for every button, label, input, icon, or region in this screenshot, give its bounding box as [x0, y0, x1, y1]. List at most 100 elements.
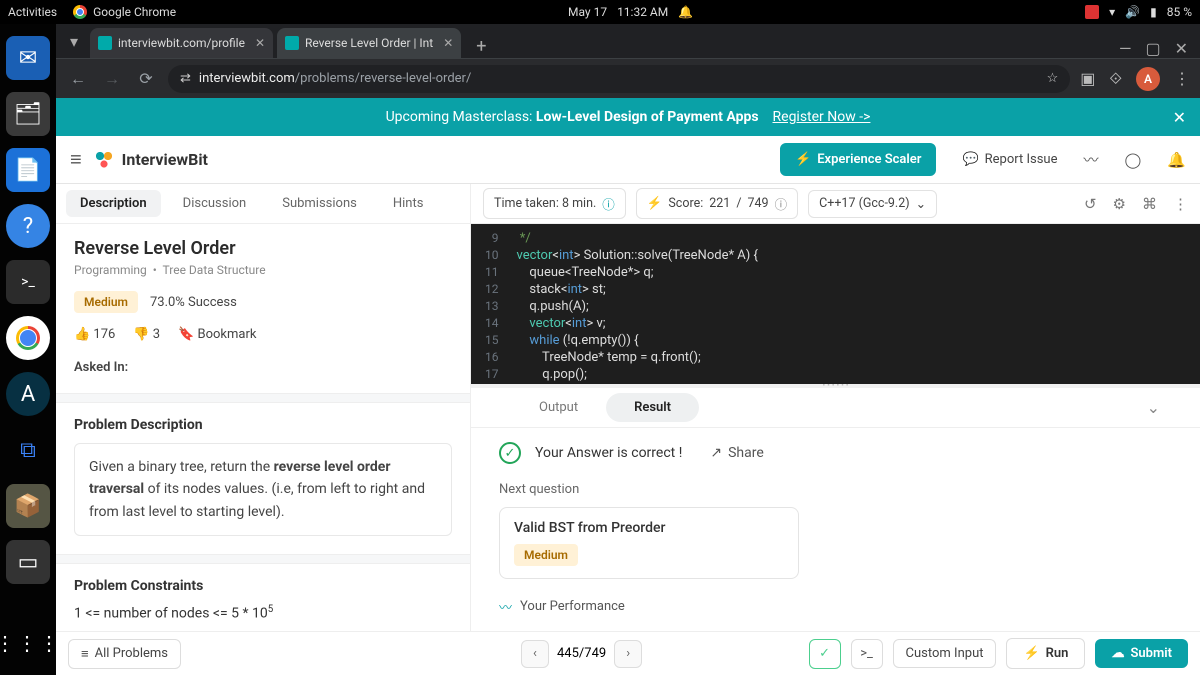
- tab-title: Reverse Level Order | Int: [305, 36, 433, 50]
- tab-submissions[interactable]: Submissions: [268, 190, 371, 217]
- breadcrumb: Programming • Tree Data Structure: [74, 263, 452, 277]
- next-question-label: Next question: [499, 482, 1172, 497]
- keyboard-icon[interactable]: ⌘: [1142, 195, 1157, 213]
- dock-archive-icon[interactable]: 📦: [6, 484, 50, 528]
- tab-item[interactable]: interviewbit.com/profile ✕: [90, 28, 273, 58]
- chevron-down-icon: ⌄: [916, 196, 926, 212]
- submit-button[interactable]: ☁ Submit: [1095, 639, 1188, 668]
- experience-scaler-button[interactable]: ⚡ Experience Scaler: [780, 143, 936, 176]
- tab-list-button[interactable]: ▾: [62, 24, 86, 58]
- window-close-icon[interactable]: ✕: [1175, 39, 1188, 58]
- info-icon[interactable]: ⓘ: [602, 194, 615, 213]
- dock-help-icon[interactable]: ?: [6, 204, 50, 248]
- share-button[interactable]: ↗ Share: [710, 445, 763, 461]
- wifi-icon[interactable]: ▾: [1109, 5, 1115, 19]
- chrome-menu-icon[interactable]: ⋮: [1174, 69, 1190, 88]
- section-constraints-heading: Problem Constraints: [74, 578, 452, 594]
- downvote-button[interactable]: 👎 3: [133, 327, 160, 342]
- close-tab-icon[interactable]: ✕: [443, 36, 453, 50]
- more-icon[interactable]: ⋮: [1173, 195, 1188, 213]
- volume-icon[interactable]: 🔊: [1125, 5, 1140, 19]
- all-problems-button[interactable]: ≡ All Problems: [68, 639, 181, 669]
- tab-result[interactable]: Result: [606, 393, 699, 422]
- report-issue-button[interactable]: 💬 Report Issue: [962, 152, 1057, 167]
- prev-problem-button[interactable]: ‹: [521, 640, 549, 668]
- code-content: */ vector<int> Solution::solve(TreeNode*…: [507, 224, 768, 384]
- success-rate: 73.0% Success: [150, 295, 237, 310]
- activity-icon[interactable]: 〰: [1084, 149, 1099, 170]
- dock-apps-grid-icon[interactable]: ⋮⋮⋮: [6, 621, 50, 665]
- settings-icon[interactable]: ⚙: [1113, 195, 1126, 213]
- bookmark-star-icon[interactable]: ☆: [1047, 71, 1059, 86]
- screen-record-icon[interactable]: [1085, 5, 1099, 19]
- next-question-card[interactable]: Valid BST from Preorder Medium: [499, 507, 799, 579]
- url-input[interactable]: ⇄ interviewbit.com/problems/reverse-leve…: [168, 65, 1070, 93]
- banner-link[interactable]: Register Now ->: [773, 109, 871, 125]
- code-editor[interactable]: 9101112131415161718 */ vector<int> Solut…: [471, 224, 1200, 384]
- close-tab-icon[interactable]: ✕: [255, 36, 265, 50]
- dock-chrome-icon[interactable]: [6, 316, 50, 360]
- profile-icon[interactable]: ◯: [1125, 151, 1142, 169]
- nav-reload-button[interactable]: ⟳: [134, 67, 158, 91]
- tab-strip: ▾ interviewbit.com/profile ✕ Reverse Lev…: [56, 24, 1200, 58]
- hamburger-icon[interactable]: ≡: [70, 147, 82, 172]
- tab-item-active[interactable]: Reverse Level Order | Int ✕: [277, 28, 461, 58]
- dock-writer-icon[interactable]: 📄: [6, 148, 50, 192]
- battery-icon[interactable]: ▮: [1150, 5, 1157, 19]
- output-tabs: Output Result ⌄: [471, 388, 1200, 428]
- profile-avatar-button[interactable]: A: [1136, 67, 1160, 91]
- problem-tabs: Description Discussion Submissions Hints: [56, 184, 470, 224]
- problem-panel: Description Discussion Submissions Hints…: [56, 184, 471, 631]
- zoom-icon[interactable]: ▣: [1080, 69, 1095, 88]
- bell-icon[interactable]: 🔔: [1167, 151, 1186, 169]
- page-content: Upcoming Masterclass: Low-Level Design o…: [56, 98, 1200, 675]
- window-minimize-icon[interactable]: —: [1119, 39, 1132, 58]
- nav-back-button[interactable]: ←: [66, 67, 90, 91]
- next-problem-button[interactable]: ›: [614, 640, 642, 668]
- check-status-icon[interactable]: ✓: [809, 639, 841, 669]
- bookmark-button[interactable]: 🔖 Bookmark: [178, 327, 256, 342]
- dock-android-studio-icon[interactable]: A: [6, 372, 50, 416]
- dock-editor-icon[interactable]: ▭: [6, 540, 50, 584]
- brand-logo[interactable]: InterviewBit: [94, 150, 208, 170]
- info-icon[interactable]: ⓘ: [775, 194, 788, 213]
- activities-button[interactable]: Activities: [8, 5, 57, 19]
- split-handle[interactable]: ⋯⋯: [471, 384, 1200, 388]
- undo-icon[interactable]: ↺: [1084, 195, 1097, 213]
- language-select[interactable]: C++17 (Gcc-9.2) ⌄: [808, 190, 937, 218]
- dock-thunderbird-icon[interactable]: ✉: [6, 36, 50, 80]
- nav-forward-button[interactable]: →: [100, 67, 124, 91]
- new-tab-button[interactable]: +: [469, 34, 493, 58]
- banner-close-icon[interactable]: ✕: [1173, 108, 1186, 127]
- brand-logo-icon: [94, 150, 114, 170]
- problem-title: Reverse Level Order: [74, 238, 452, 259]
- tab-output[interactable]: Output: [511, 393, 606, 422]
- site-info-icon[interactable]: ⇄: [180, 71, 191, 86]
- tab-discussion[interactable]: Discussion: [169, 190, 261, 217]
- upvote-button[interactable]: 👍 176: [74, 327, 115, 342]
- tab-description[interactable]: Description: [66, 190, 161, 217]
- page-counter: 445/749: [557, 646, 606, 661]
- active-app-label: Google Chrome: [93, 5, 176, 19]
- dock-terminal-icon[interactable]: >_: [6, 260, 50, 304]
- bolt-icon: ⚡: [795, 152, 811, 167]
- tab-title: interviewbit.com/profile: [118, 36, 245, 50]
- dock-files-icon[interactable]: 🗂: [6, 92, 50, 136]
- brand-name: InterviewBit: [122, 150, 208, 169]
- console-icon[interactable]: >_: [851, 639, 883, 669]
- tab-hints[interactable]: Hints: [379, 190, 438, 217]
- collapse-output-icon[interactable]: ⌄: [1147, 398, 1160, 417]
- next-question-title: Valid BST from Preorder: [514, 520, 784, 536]
- custom-input-button[interactable]: Custom Input: [893, 639, 997, 668]
- asked-in-label: Asked In:: [74, 360, 452, 375]
- notifications-icon[interactable]: 🔔: [678, 5, 693, 19]
- window-maximize-icon[interactable]: ▢: [1145, 39, 1160, 58]
- run-button[interactable]: ⚡ Run: [1006, 638, 1085, 669]
- site-header: ≡ InterviewBit ⚡ Experience Scaler 💬 Rep…: [56, 136, 1200, 184]
- url-domain: interviewbit.com: [199, 71, 295, 86]
- os-top-bar: Activities Google Chrome May 17 11:32 AM…: [0, 0, 1200, 24]
- dock-vscode-icon[interactable]: ⧉: [6, 428, 50, 472]
- extensions-icon[interactable]: ⟐: [1109, 69, 1122, 89]
- paginator: ‹ 445/749 ›: [521, 640, 642, 668]
- result-body: ✓ Your Answer is correct ! ↗ Share Next …: [471, 428, 1200, 631]
